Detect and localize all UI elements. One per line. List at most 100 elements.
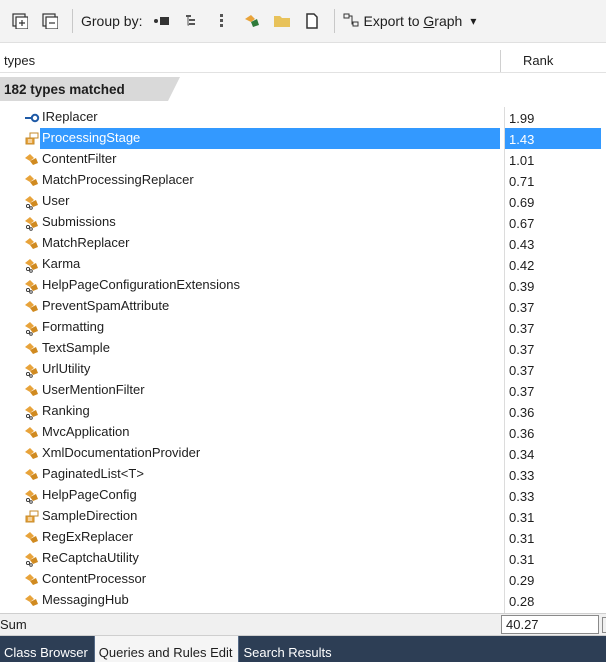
group-by-file-icon[interactable] [300, 8, 324, 34]
type-name: RegExReplacer [42, 529, 134, 544]
list-item[interactable]: UrlUtility 0.37 [0, 359, 606, 380]
type-name: Karma [42, 256, 81, 271]
sum-label: Sum [0, 617, 27, 632]
class-icon [24, 383, 40, 399]
type-rank: 0.37 [504, 380, 601, 401]
list-item[interactable]: ContentFilter 1.01 [0, 149, 606, 170]
type-rank: 0.37 [504, 317, 601, 338]
group-by-folder-icon[interactable] [270, 8, 294, 34]
type-name: IReplacer [42, 109, 98, 124]
type-name: Ranking [42, 403, 90, 418]
class-icon [24, 467, 40, 483]
class-icon [24, 173, 40, 189]
type-rank: 0.69 [504, 191, 601, 212]
type-rank: 0.37 [504, 338, 601, 359]
type-name: ReCaptchaUtility [42, 550, 139, 565]
type-name: MvcApplication [42, 424, 130, 439]
list-item[interactable]: PreventSpamAttribute 0.37 [0, 296, 606, 317]
type-rank: 0.29 [504, 569, 601, 590]
type-rank: 0.31 [504, 548, 601, 569]
column-header: types Rank [0, 50, 606, 73]
type-rank: 1.43 [504, 128, 601, 149]
class-users-icon [24, 194, 40, 210]
type-name: UserMentionFilter [42, 382, 145, 397]
graph-icon [343, 13, 359, 30]
type-rank: 0.71 [504, 170, 601, 191]
rank-column-header[interactable]: Rank [523, 53, 553, 68]
list-item[interactable]: SampleDirection 0.31 [0, 506, 606, 527]
list-item[interactable]: TextSample 0.37 [0, 338, 606, 359]
type-name: UrlUtility [42, 361, 91, 376]
class-users-icon [24, 551, 40, 567]
class-icon [24, 446, 40, 462]
type-rank: 0.34 [504, 443, 601, 464]
list-item[interactable]: Formatting 0.37 [0, 317, 606, 338]
type-name: PreventSpamAttribute [42, 298, 170, 313]
class-icon [24, 152, 40, 168]
class-users-icon [24, 404, 40, 420]
chevron-down-icon[interactable]: ▾ [470, 14, 476, 28]
type-rank: 0.37 [504, 359, 601, 380]
type-name: SampleDirection [42, 508, 138, 523]
tab-queries-and-rules-edit[interactable]: Queries and Rules Edit [93, 636, 239, 662]
list-item[interactable]: ContentProcessor 0.29 [0, 569, 606, 590]
class-icon [24, 530, 40, 546]
type-rank: 0.43 [504, 233, 601, 254]
type-rank: 1.01 [504, 149, 601, 170]
list-item[interactable]: PaginatedList<T> 0.33 [0, 464, 606, 485]
list-item[interactable]: UserMentionFilter 0.37 [0, 380, 606, 401]
class-users-icon [24, 488, 40, 504]
tab-class-browser[interactable]: Class Browser [0, 636, 94, 662]
group-tab-point [168, 77, 180, 101]
list-item[interactable]: HelpPageConfig 0.33 [0, 485, 606, 506]
type-rank: 1.99 [504, 107, 601, 128]
collapse-all-icon[interactable] [38, 8, 62, 34]
toolbar-separator [72, 9, 73, 33]
group-header[interactable]: 182 types matched [0, 77, 606, 101]
type-rank: 0.67 [504, 212, 601, 233]
class-icon [24, 341, 40, 357]
sum-next-cell [602, 617, 606, 633]
list-item[interactable]: MatchReplacer 0.43 [0, 233, 606, 254]
enum-icon [24, 131, 40, 147]
type-name: ProcessingStage [42, 130, 141, 145]
list-item[interactable]: XmlDocumentationProvider 0.34 [0, 443, 606, 464]
list-item[interactable]: MatchProcessingReplacer 0.71 [0, 170, 606, 191]
group-by-assembly-icon[interactable] [210, 8, 234, 34]
list-item[interactable]: ProcessingStage 1.43 [0, 128, 606, 149]
list-item[interactable]: HelpPageConfigurationExtensions 0.39 [0, 275, 606, 296]
type-rank: 0.39 [504, 275, 601, 296]
class-icon [24, 236, 40, 252]
list-item[interactable]: MvcApplication 0.36 [0, 422, 606, 443]
group-by-type-icon[interactable] [240, 8, 264, 34]
list-item[interactable]: Submissions 0.67 [0, 212, 606, 233]
class-icon [24, 572, 40, 588]
group-by-tree-icon[interactable] [180, 8, 204, 34]
type-rank: 0.28 [504, 590, 601, 611]
list-item[interactable]: MessagingHub 0.28 [0, 590, 606, 611]
list-item[interactable]: User 0.69 [0, 191, 606, 212]
type-rank: 0.42 [504, 254, 601, 275]
toolbar: Group by: Export to Graph ▾ [0, 0, 606, 43]
type-name: XmlDocumentationProvider [42, 445, 201, 460]
bottom-tabs: Class Browser Queries and Rules Edit Searc… [0, 636, 606, 662]
type-name: HelpPageConfig [42, 487, 137, 502]
list-item[interactable]: Karma 0.42 [0, 254, 606, 275]
types-list: IReplacer 1.99 ProcessingStage 1.43 ContentF… [0, 107, 606, 613]
type-name: TextSample [42, 340, 110, 355]
export-to-graph-button[interactable]: Export to Graph ▾ [343, 13, 476, 30]
expand-all-icon[interactable] [8, 8, 32, 34]
type-rank: 0.31 [504, 506, 601, 527]
group-by-namespace-icon[interactable] [150, 8, 174, 34]
list-item[interactable]: ReCaptchaUtility 0.31 [0, 548, 606, 569]
types-column-header[interactable]: types [4, 53, 35, 68]
tab-search-results[interactable]: Search Results [238, 636, 337, 662]
class-icon [24, 593, 40, 609]
column-divider[interactable] [500, 50, 501, 72]
type-name: ContentFilter [42, 151, 117, 166]
list-item[interactable]: Ranking 0.36 [0, 401, 606, 422]
list-item[interactable]: RegExReplacer 0.31 [0, 527, 606, 548]
interface-icon [24, 110, 40, 126]
list-item[interactable]: IReplacer 1.99 [0, 107, 606, 128]
sum-bar: Sum 40.27 [0, 613, 606, 636]
